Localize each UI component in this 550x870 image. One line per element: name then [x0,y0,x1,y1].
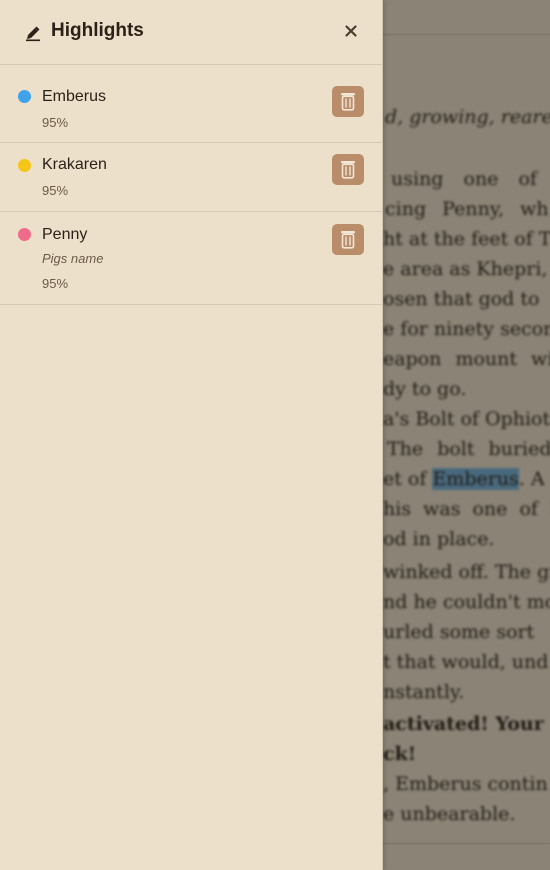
delete-highlight-button[interactable] [332,224,364,255]
highlight-note: Pigs name [42,251,104,266]
highlighter-icon [24,24,42,42]
panel-header: Highlights [0,0,382,65]
highlight-progress: 95% [42,183,69,198]
color-dot [18,90,31,103]
highlight-item[interactable]: Penny Pigs name 95% [0,212,382,305]
highlight-item[interactable]: Emberus 95% [0,65,382,143]
trash-icon [341,231,355,249]
highlights-panel: Highlights Emberus 95% Krakaren 95% Penn… [0,0,383,870]
delete-highlight-button[interactable] [332,154,364,185]
close-button[interactable] [340,20,362,42]
trash-icon [341,93,355,111]
highlight-name: Krakaren [42,156,107,173]
panel-title: Highlights [51,20,144,41]
highlight-progress: 95% [42,276,69,291]
color-dot [18,228,31,241]
highlight-progress: 95% [42,115,69,130]
close-icon [345,25,357,37]
highlight-name: Emberus [42,88,107,105]
delete-highlight-button[interactable] [332,86,364,117]
trash-icon [341,161,355,179]
highlight-item[interactable]: Krakaren 95% [0,143,382,212]
color-dot [18,159,31,172]
highlight-name: Penny [42,226,88,243]
